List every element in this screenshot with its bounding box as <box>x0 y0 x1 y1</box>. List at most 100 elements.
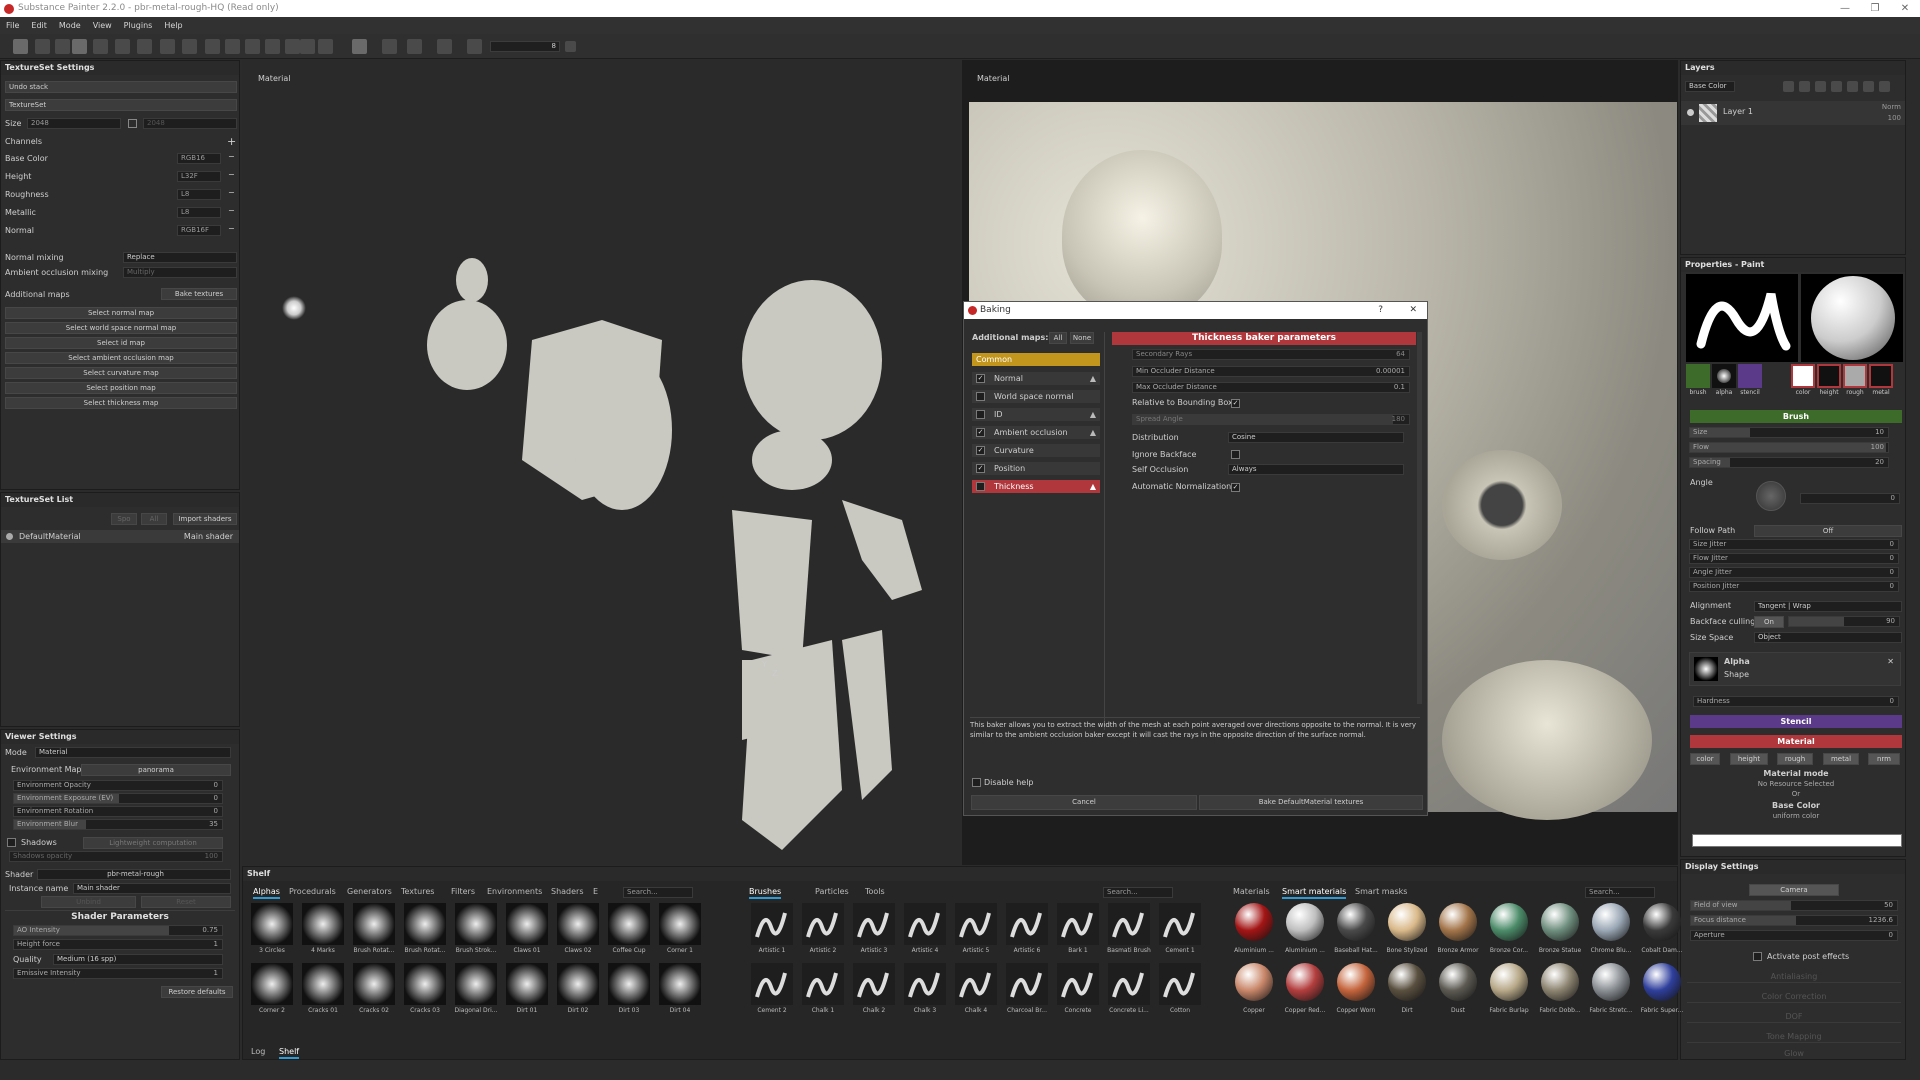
brushe-item[interactable]: Bark 1 <box>1055 903 1101 959</box>
solo-button[interactable]: Spo <box>111 513 137 525</box>
tab-generators[interactable]: Generators <box>347 885 392 899</box>
stencil-section-header[interactable]: Stencil <box>1690 715 1902 728</box>
tab-materials[interactable]: Materials <box>1233 885 1270 899</box>
add-channel-icon[interactable]: + <box>227 135 236 148</box>
select-thickness-map-button[interactable]: Select thickness map <box>5 397 237 409</box>
shader-select[interactable]: pbr-metal-rough <box>37 869 231 880</box>
add-layer-icon[interactable] <box>1783 81 1794 92</box>
self-occlusion-select[interactable]: Always <box>1228 464 1404 475</box>
alpha-item[interactable]: 3 Circles <box>249 903 295 959</box>
emissive-intensity-slider[interactable]: Emissive Intensity 1 <box>13 968 223 979</box>
projection-icon[interactable] <box>115 39 130 54</box>
brush-icon[interactable] <box>1686 364 1710 388</box>
material-item[interactable]: Bronze Statue <box>1537 903 1583 959</box>
env-exposure-slider[interactable]: Environment Exposure (EV) 0 <box>13 793 223 804</box>
section-dof[interactable]: DOF <box>1687 1010 1901 1023</box>
smudge-icon[interactable] <box>160 39 175 54</box>
tab-brushes[interactable]: Brushes <box>749 885 782 899</box>
none-button[interactable]: None <box>1070 332 1094 344</box>
brushe-item[interactable]: Concrete <box>1055 963 1101 1019</box>
brushe-item[interactable]: Cement 2 <box>749 963 795 1019</box>
alpha-item[interactable]: 4 Marks <box>300 903 346 959</box>
material-item[interactable]: Aluminium ... <box>1282 903 1328 959</box>
duplicate-icon[interactable] <box>1863 81 1874 92</box>
stencil-icon[interactable] <box>1738 364 1762 388</box>
alpha-item[interactable]: Cracks 02 <box>351 963 397 1019</box>
params-scrollbar[interactable] <box>1417 332 1422 704</box>
alpha-item[interactable]: Dirt 04 <box>657 963 703 1019</box>
brushe-item[interactable]: Cement 1 <box>1157 903 1203 959</box>
quality-select[interactable]: Medium (16 spp) <box>53 954 223 965</box>
fov-slider[interactable]: Field of view 50 <box>1690 900 1898 911</box>
select-ao-map-button[interactable]: Select ambient occlusion map <box>5 352 237 364</box>
tab-tools[interactable]: Tools <box>865 885 885 899</box>
thickness-params-header[interactable]: Thickness baker parameters <box>1112 332 1416 345</box>
angle-dial[interactable] <box>1756 481 1786 511</box>
checkbox[interactable]: ✓ <box>976 464 985 473</box>
section-tone-mapping[interactable]: Tone Mapping <box>1687 1030 1901 1043</box>
menu-help[interactable]: Help <box>158 17 188 34</box>
tab-filters[interactable]: Filters <box>451 885 475 899</box>
menu-mode[interactable]: Mode <box>53 17 87 34</box>
bake-map-position[interactable]: ✓ Position <box>972 462 1100 475</box>
alpha-item[interactable]: Dirt 03 <box>606 963 652 1019</box>
view-2d-icon[interactable] <box>407 39 422 54</box>
alpha-item[interactable]: Brush Rotat... <box>402 903 448 959</box>
alpha-item[interactable]: Claws 01 <box>504 903 550 959</box>
checkbox[interactable]: ✓ <box>976 446 985 455</box>
alpha-item[interactable]: Brush Rotat... <box>351 903 397 959</box>
textureset-button[interactable]: TextureSet <box>5 99 237 111</box>
focus-distance-slider[interactable]: Focus distance 1236.6 <box>1690 915 1898 926</box>
alphas-search-input[interactable]: Search... <box>623 887 693 898</box>
max-occluder-field[interactable]: Max Occluder Distance 0.1 <box>1132 382 1410 393</box>
shader-parameters-header[interactable]: Shader Parameters <box>5 910 235 923</box>
unbind-button[interactable]: Unbind <box>41 896 136 908</box>
material-item[interactable]: Bronze Cor... <box>1486 903 1532 959</box>
material-item[interactable]: Cobalt Dam... <box>1639 903 1685 959</box>
menu-plugins[interactable]: Plugins <box>118 17 159 34</box>
instance-field[interactable]: Main shader <box>73 883 231 894</box>
brushe-item[interactable]: Artistic 6 <box>1004 903 1050 959</box>
brushe-item[interactable]: Chalk 3 <box>902 963 948 1019</box>
channel-format[interactable]: RGB16 <box>177 153 221 164</box>
alpha-item[interactable]: Coffee Cup <box>606 903 652 959</box>
menu-file[interactable]: File <box>0 17 25 34</box>
material-section-header[interactable]: Material <box>1690 735 1902 748</box>
remove-channel-icon[interactable]: − <box>228 206 235 215</box>
color-icon[interactable] <box>1791 364 1815 388</box>
tab-procedurals[interactable]: Procedurals <box>289 885 336 899</box>
add-folder-icon[interactable] <box>1847 81 1858 92</box>
checkbox[interactable]: ✓ <box>976 374 985 383</box>
select-icon[interactable] <box>55 39 70 54</box>
material-item[interactable]: Fabric Burlap <box>1486 963 1532 1019</box>
undo-stack-button[interactable]: Undo stack <box>5 81 237 93</box>
tab-smart-masks[interactable]: Smart masks <box>1355 885 1407 899</box>
alpha-item[interactable]: Cracks 01 <box>300 963 346 1019</box>
material-picker-icon[interactable] <box>205 39 220 54</box>
alpha-icon[interactable] <box>1712 364 1736 388</box>
checkbox[interactable] <box>976 392 985 401</box>
material-item[interactable]: Chrome Blu... <box>1588 903 1634 959</box>
alpha-item[interactable]: Corner 2 <box>249 963 295 1019</box>
material-item[interactable]: Dust <box>1435 963 1481 1019</box>
bake-map-thickness[interactable]: Thickness ▲ <box>972 480 1100 493</box>
select-position-map-button[interactable]: Select position map <box>5 382 237 394</box>
bake-map-normal[interactable]: ✓ Normal ▲ <box>972 372 1100 385</box>
material-item[interactable]: Dirt <box>1384 963 1430 1019</box>
camera-button[interactable]: Camera <box>1749 884 1839 896</box>
bake-map-world-normal[interactable]: World space normal <box>972 390 1100 403</box>
alpha-item[interactable]: Corner 1 <box>657 903 703 959</box>
tab-textures[interactable]: Textures <box>401 885 434 899</box>
env-blur-slider[interactable]: Environment Blur 35 <box>13 819 223 830</box>
alpha-item[interactable]: Claws 02 <box>555 903 601 959</box>
alpha-item[interactable]: Dirt 01 <box>504 963 550 1019</box>
select-curvature-map-button[interactable]: Select curvature map <box>5 367 237 379</box>
follow-path-toggle[interactable]: Off <box>1754 525 1902 537</box>
material-chip-metal[interactable]: metal <box>1823 753 1859 765</box>
remove-channel-icon[interactable]: − <box>228 188 235 197</box>
hardness-slider[interactable]: Hardness 0 <box>1693 696 1899 707</box>
distribution-select[interactable]: Cosine <box>1228 432 1404 443</box>
size-select[interactable]: 2048 <box>27 118 121 129</box>
material-item[interactable]: Copper Red... <box>1282 963 1328 1019</box>
brush-size-slider[interactable]: Size 10 <box>1689 427 1889 438</box>
